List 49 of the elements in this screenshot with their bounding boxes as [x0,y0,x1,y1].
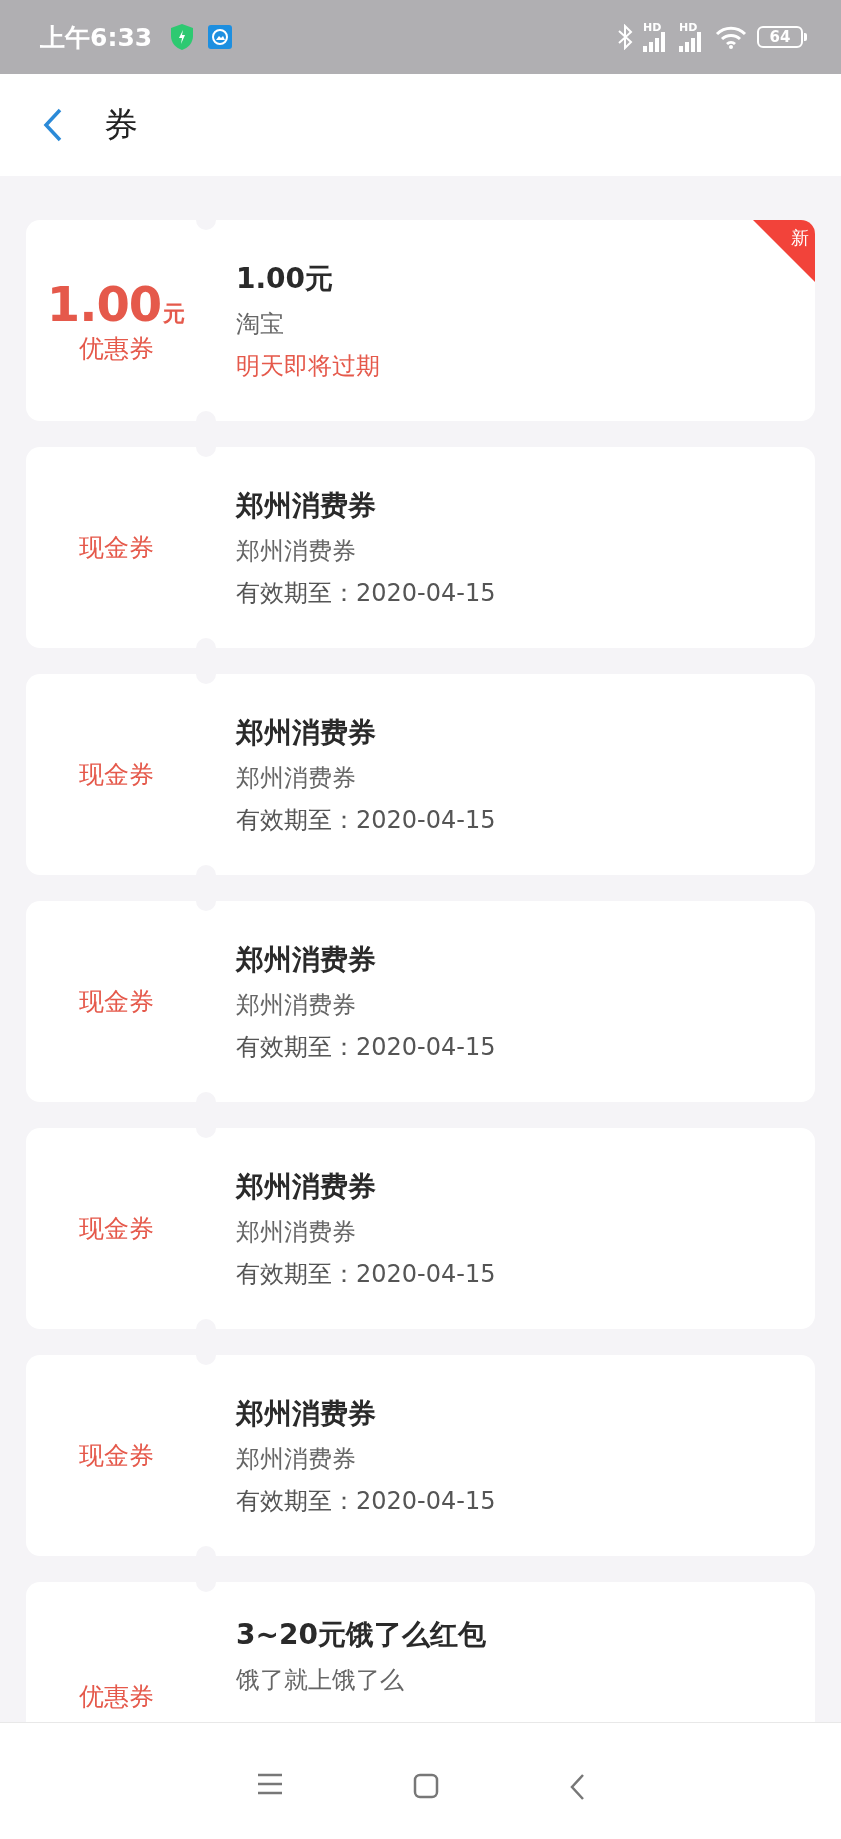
expiry-date: 有效期至：2020-04-15 [236,1485,496,1517]
coupon-merchant: 淘宝 [236,308,285,340]
coupon-title: 郑州消费券 [236,941,377,978]
coupon-type: 现金券 [78,1440,154,1472]
hd-label: HD [679,22,698,33]
amount-unit: 元 [163,300,186,328]
expiry-date: 有效期至：2020-04-15 [236,804,496,836]
coupon-card[interactable]: 现金券 郑州消费券 郑州消费券 有效期至：2020-04-15 [26,674,815,875]
coupon-card[interactable]: 现金券 郑州消费券 郑州消费券 有效期至：2020-04-15 [26,447,815,648]
coupon-merchant: 饿了就上饿了么 [236,1665,405,1696]
coupon-title: 郑州消费券 [236,714,377,751]
coupon-type: 现金券 [78,986,154,1018]
coupon-card[interactable]: 1.00元 优惠券 1.00元 淘宝 明天即将过期 新 [26,220,815,421]
expiry-warning: 明天即将过期 [236,350,380,382]
coupon-merchant: 郑州消费券 [236,1216,357,1248]
coupon-card[interactable]: 优惠券 3~20元饿了么红包 饿了就上饿了么 [26,1582,815,1722]
page-title: 券 [104,103,138,146]
coupon-merchant: 郑州消费券 [236,535,357,567]
menu-icon[interactable] [256,1773,283,1795]
hd-label: HD [643,22,662,33]
coupon-title: 1.00元 [236,260,335,297]
new-ribbon [753,220,815,282]
coupon-card[interactable]: 现金券 郑州消费券 郑州消费券 有效期至：2020-04-15 [26,1355,815,1556]
back-nav-button[interactable] [568,1773,585,1801]
bluetooth-icon [617,24,633,50]
expiry-date: 有效期至：2020-04-15 [236,1031,496,1063]
wifi-icon [715,25,747,49]
expiry-date: 有效期至：2020-04-15 [236,1258,496,1290]
coupon-merchant: 郑州消费券 [236,1443,357,1475]
coupon-title: 郑州消费券 [236,1168,377,1205]
gallery-app-icon [208,25,233,49]
expiry-date: 有效期至：2020-04-15 [236,577,496,609]
coupon-type: 现金券 [78,759,154,791]
coupon-type: 现金券 [78,532,154,564]
home-button[interactable] [412,1773,439,1799]
coupon-type: 现金券 [78,1213,154,1245]
coupon-card[interactable]: 现金券 郑州消费券 郑州消费券 有效期至：2020-04-15 [26,1128,815,1329]
coupon-merchant: 郑州消费券 [236,762,357,794]
coupon-title: 郑州消费券 [236,487,377,524]
coupon-amount: 1.00 [46,276,162,332]
coupon-card[interactable]: 现金券 郑州消费券 郑州消费券 有效期至：2020-04-15 [26,901,815,1102]
new-label: 新 [791,226,809,250]
coupon-title: 郑州消费券 [236,1395,377,1432]
coupon-merchant: 郑州消费券 [236,989,357,1021]
shield-icon [170,23,195,51]
coupon-type: 优惠券 [78,1681,154,1713]
status-time: 上午6:33 [40,21,153,54]
coupon-title: 3~20元饿了么红包 [236,1617,486,1653]
coupon-type: 优惠券 [78,333,154,365]
